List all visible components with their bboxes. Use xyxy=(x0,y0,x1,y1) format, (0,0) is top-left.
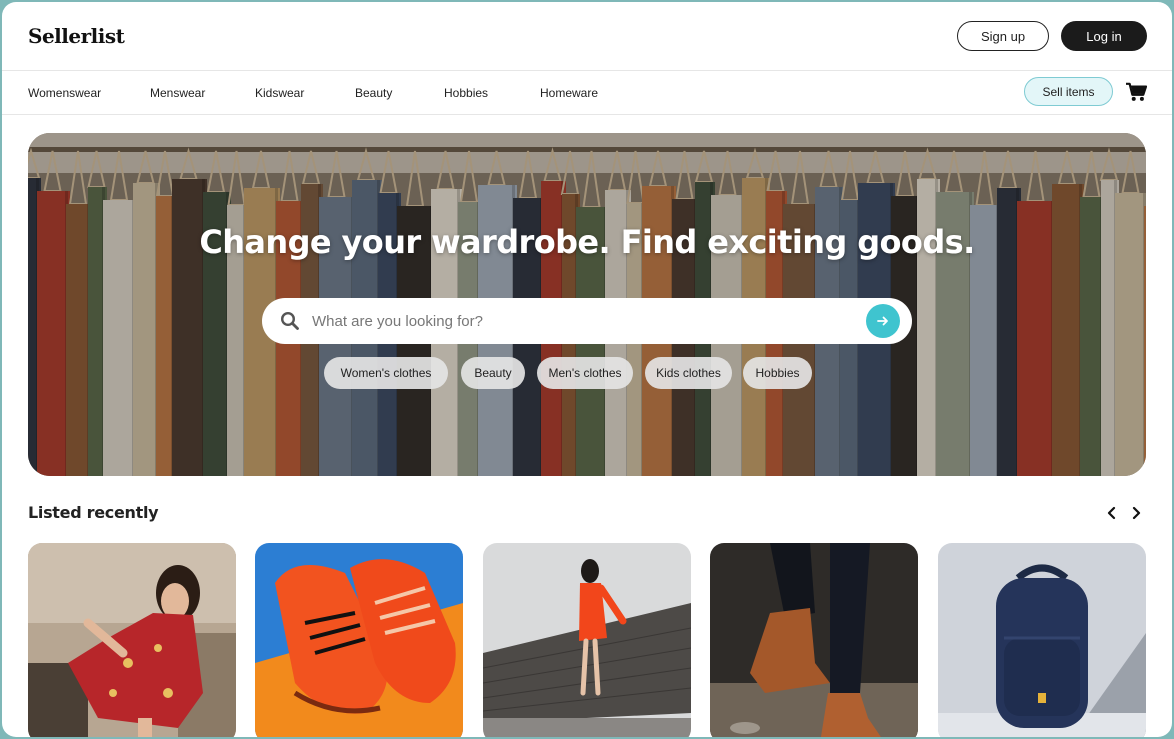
chip-beauty[interactable]: Beauty xyxy=(461,357,525,389)
listing-card-5[interactable] xyxy=(938,543,1146,737)
hero-title: Change your wardrobe. Find exciting good… xyxy=(199,223,975,261)
chevron-left-icon[interactable] xyxy=(1103,504,1121,522)
search-bar xyxy=(262,298,912,344)
log-in-button[interactable]: Log in xyxy=(1061,21,1147,51)
listing-image-brown-boots xyxy=(710,543,918,737)
nav-item-beauty[interactable]: Beauty xyxy=(355,86,392,100)
listing-image-navy-backpack xyxy=(938,543,1146,737)
listing-card-1[interactable] xyxy=(28,543,236,737)
hero-banner: Change your wardrobe. Find exciting good… xyxy=(28,133,1146,476)
listing-image-woman-orange-dress xyxy=(483,543,691,737)
nav-item-menswear[interactable]: Menswear xyxy=(150,86,205,100)
chip-kids-clothes[interactable]: Kids clothes xyxy=(645,357,732,389)
listing-card-2[interactable] xyxy=(255,543,463,737)
search-icon xyxy=(280,311,299,330)
listing-image-woman-red-dress xyxy=(28,543,236,737)
header: Sellerlist Sign up Log in xyxy=(2,2,1172,71)
search-input[interactable] xyxy=(312,308,852,334)
section-title-listed-recently: Listed recently xyxy=(28,503,159,522)
nav-item-hobbies[interactable]: Hobbies xyxy=(444,86,488,100)
arrow-right-icon xyxy=(877,316,888,326)
page: Sellerlist Sign up Log in Womenswear Men… xyxy=(2,2,1172,737)
nav-item-kidswear[interactable]: Kidswear xyxy=(255,86,304,100)
sign-up-button[interactable]: Sign up xyxy=(957,21,1049,51)
category-nav: Womenswear Menswear Kidswear Beauty Hobb… xyxy=(2,71,1172,115)
listing-image-orange-sneakers xyxy=(255,543,463,737)
cart-icon[interactable] xyxy=(1125,82,1147,102)
chevron-right-icon[interactable] xyxy=(1127,504,1145,522)
listing-card-4[interactable] xyxy=(710,543,918,737)
logo[interactable]: Sellerlist xyxy=(28,24,125,48)
nav-item-womenswear[interactable]: Womenswear xyxy=(28,86,101,100)
listing-card-3[interactable] xyxy=(483,543,691,737)
search-submit-button[interactable] xyxy=(866,304,900,338)
chip-hobbies[interactable]: Hobbies xyxy=(743,357,812,389)
chip-womens-clothes[interactable]: Women's clothes xyxy=(324,357,448,389)
nav-item-homeware[interactable]: Homeware xyxy=(540,86,598,100)
sell-items-button[interactable]: Sell items xyxy=(1024,77,1113,106)
chip-mens-clothes[interactable]: Men's clothes xyxy=(537,357,633,389)
